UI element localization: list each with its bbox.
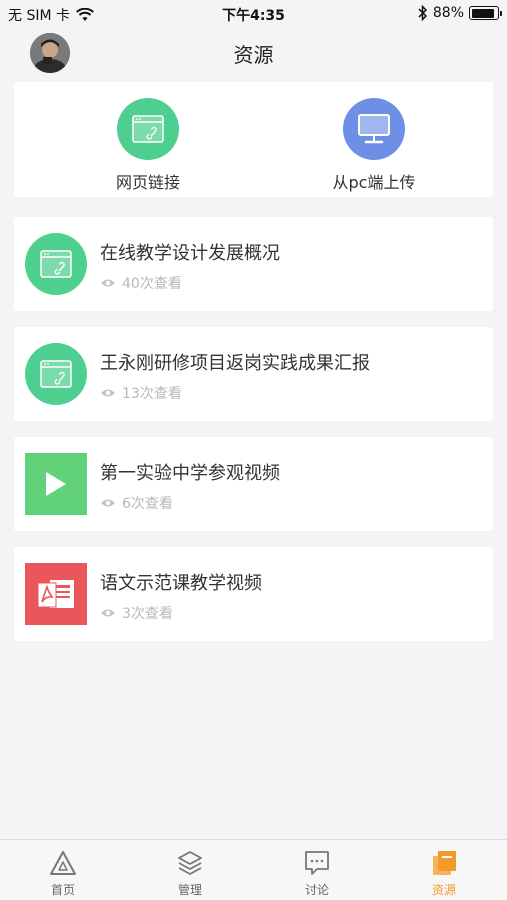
tab-resources-label: 资源 (431, 883, 456, 897)
monitor-icon (358, 114, 390, 144)
resource-views-count: 40次查看 (122, 276, 182, 292)
page-title: 资源 (233, 43, 274, 67)
web-link-action[interactable]: 网页链接 (78, 98, 218, 193)
tab-discussion[interactable]: 讨论 (272, 848, 362, 898)
web-link-icon (40, 250, 72, 278)
web-link-icon (40, 360, 72, 388)
pc-upload-label: 从pc端上传 (332, 173, 416, 192)
web-link-icon (132, 115, 164, 143)
resource-item[interactable]: 语文示范课教学视频 3次查看 (14, 547, 493, 641)
resource-icon-bg (25, 233, 87, 295)
resource-icon-bg (25, 453, 87, 515)
web-link-circle (117, 98, 179, 160)
tab-discussion-label: 讨论 (304, 883, 329, 897)
battery-icon (469, 6, 502, 20)
resource-title: 语文示范课教学视频 (100, 573, 262, 594)
tab-home-label: 首页 (50, 883, 75, 897)
resource-views-count: 3次查看 (122, 606, 173, 622)
resource-views: 13次查看 (100, 383, 182, 403)
resource-views: 3次查看 (100, 603, 173, 623)
resource-title: 第一实验中学参观视频 (100, 463, 280, 484)
resource-views: 40次查看 (100, 273, 182, 293)
tab-resources[interactable]: 资源 (399, 848, 489, 898)
layers-icon (178, 851, 202, 875)
eye-icon (101, 499, 115, 507)
eye-icon (101, 279, 115, 287)
home-triangle-icon (50, 851, 76, 875)
pdf-icon (37, 580, 74, 608)
chat-icon (305, 851, 329, 875)
pc-upload-circle (343, 98, 405, 160)
pc-upload-action[interactable]: 从pc端上传 (304, 98, 444, 193)
tab-home[interactable]: 首页 (18, 848, 108, 898)
battery-fill (471, 8, 494, 18)
play-icon (46, 472, 66, 496)
resource-item[interactable]: 王永刚研修项目返岗实践成果汇报 13次查看 (14, 327, 493, 421)
battery-percent: 88% (432, 5, 464, 21)
eye-icon (101, 609, 115, 617)
resource-icon-bg (25, 343, 87, 405)
resource-book-icon (433, 851, 456, 875)
resource-item[interactable]: 在线教学设计发展概况 40次查看 (14, 217, 493, 311)
tab-manage-label: 管理 (177, 883, 202, 897)
resource-views-count: 6次查看 (122, 496, 173, 512)
status-bar: 无 SIM 卡 下午4:35 88% (0, 0, 507, 28)
resource-item[interactable]: 第一实验中学参观视频 6次查看 (14, 437, 493, 531)
quick-actions-card: 网页链接 从pc端上传 (14, 82, 493, 197)
resource-title: 王永刚研修项目返岗实践成果汇报 (100, 353, 370, 374)
web-link-label: 网页链接 (115, 173, 180, 192)
resource-icon-bg (25, 563, 87, 625)
resource-views: 6次查看 (100, 493, 173, 513)
nav-bar: 资源 (0, 28, 507, 76)
resource-title: 在线教学设计发展概况 (100, 243, 280, 264)
resource-views-count: 13次查看 (122, 386, 182, 402)
tab-manage[interactable]: 管理 (145, 848, 235, 898)
eye-icon (101, 389, 115, 397)
bluetooth-icon (418, 5, 427, 21)
tab-bar: 首页 管理 讨论 资源 (0, 839, 507, 900)
